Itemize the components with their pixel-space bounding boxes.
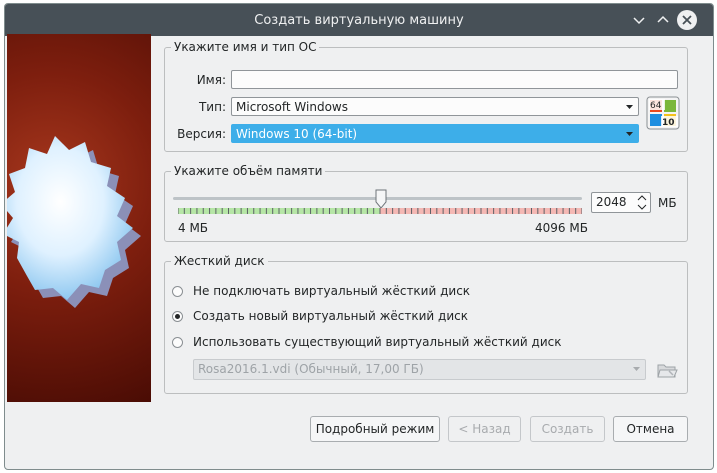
memory-spinbox-value: 2048 <box>596 195 627 209</box>
radio-existing-disk-circle[interactable] <box>172 337 183 348</box>
create-label: Создать <box>541 422 594 436</box>
radio-create-disk-label: Создать новый виртуальный жёсткий диск <box>193 309 468 323</box>
version-label: Версия: <box>177 127 226 141</box>
memory-spinbox[interactable]: 2048 <box>591 192 651 213</box>
radio-no-disk-label: Не подключать виртуальный жёсткий диск <box>193 284 471 298</box>
chevron-up-icon[interactable] <box>653 10 673 30</box>
name-label: Имя: <box>196 73 226 87</box>
spin-arrows-icon[interactable] <box>636 194 648 211</box>
back-button[interactable]: < Назад <box>448 416 521 442</box>
titlebar[interactable]: Создать виртуальную машину <box>5 4 713 36</box>
close-icon[interactable] <box>677 10 697 30</box>
os-badge-bottom: 10 <box>662 118 675 128</box>
starburst-logo-icon <box>7 136 141 308</box>
cancel-label: Отмена <box>626 422 675 436</box>
type-combobox[interactable]: Microsoft Windows <box>231 97 639 116</box>
create-button[interactable]: Создать <box>530 416 605 442</box>
chevron-down-icon <box>633 367 640 371</box>
expert-mode-button[interactable]: Подробный режим <box>310 416 440 442</box>
chevron-down-icon[interactable] <box>629 10 649 30</box>
memory-unit-label: МБ <box>658 196 677 210</box>
window-title: Создать виртуальную машину <box>254 13 464 28</box>
back-label: < Назад <box>458 422 511 436</box>
wizard-side-image <box>7 34 151 402</box>
memory-slider-ticks <box>178 208 582 214</box>
existing-disk-value: Rosa2016.1.vdi (Обычный, 17,00 ГБ) <box>198 362 424 376</box>
name-input[interactable] <box>231 70 678 89</box>
memory-max-label: 4096 МБ <box>535 221 588 235</box>
memory-min-label: 4 МБ <box>178 221 209 235</box>
type-label: Тип: <box>198 100 226 114</box>
version-combobox-value: Windows 10 (64-bit) <box>236 127 358 141</box>
chevron-down-icon <box>626 132 633 136</box>
cancel-button[interactable]: Отмена <box>613 416 688 442</box>
existing-disk-combobox: Rosa2016.1.vdi (Обычный, 17,00 ГБ) <box>193 359 646 380</box>
version-combobox[interactable]: Windows 10 (64-bit) <box>231 124 639 143</box>
os-badge-top: 64 <box>650 101 662 111</box>
chevron-down-icon <box>626 105 633 109</box>
memory-group-legend: Укажите объём памяти <box>174 164 323 178</box>
radio-no-disk-circle[interactable] <box>172 286 183 297</box>
expert-mode-label: Подробный режим <box>315 422 435 436</box>
folder-open-icon <box>657 364 678 378</box>
os-type-icon: 64 10 <box>646 96 680 130</box>
disk-group-legend: Жесткий диск <box>174 254 265 268</box>
radio-existing-disk-label: Использовать существующий виртуальный жё… <box>193 335 562 349</box>
radio-create-disk-circle[interactable] <box>172 311 183 322</box>
os-group-legend: Укажите имя и тип ОС <box>174 40 317 54</box>
type-combobox-value: Microsoft Windows <box>236 100 348 114</box>
